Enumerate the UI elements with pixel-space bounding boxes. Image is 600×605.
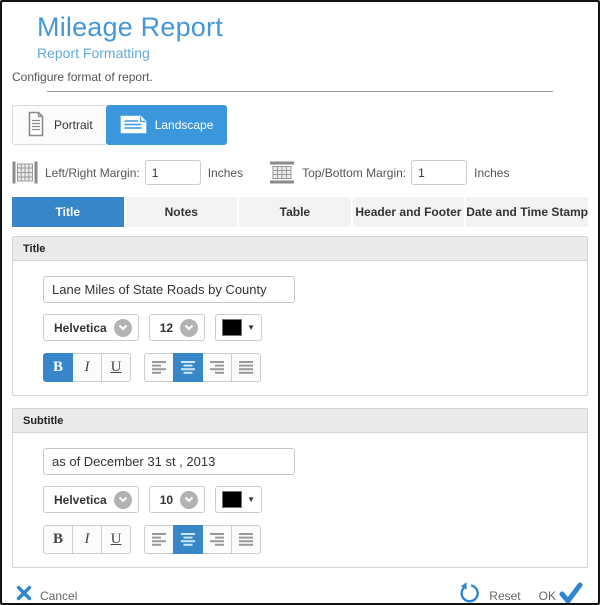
subtitle-panel: Subtitle Helvetica 10 ▼ [12,408,588,568]
align-center-icon [180,532,196,547]
caret-down-icon: ▼ [247,323,255,332]
align-left-icon [151,360,167,375]
title-font-family-dropdown[interactable]: Helvetica [43,314,139,341]
title-style-group: B I U [43,353,131,382]
portrait-document-icon [26,111,46,140]
ok-button[interactable]: OK [539,581,584,605]
left-right-margin-label: Left/Right Margin: [45,166,140,180]
subtitle-underline-button[interactable]: U [101,525,131,554]
title-bold-button[interactable]: B [43,353,73,382]
subtitle-panel-body: Helvetica 10 ▼ B [13,433,587,567]
description-text: Configure format of report. [12,70,588,84]
orientation-toggle: Portrait Landscape [12,105,588,145]
dialog-header: Mileage Report Report Formatting [37,12,588,61]
top-bottom-margin-label: Top/Bottom Margin: [302,166,406,180]
portrait-label: Portrait [54,118,93,132]
chevron-down-icon [114,319,132,337]
title-font-family-value: Helvetica [54,321,107,335]
top-bottom-margin-unit: Inches [474,166,509,180]
mileage-report-dialog: Mileage Report Report Formatting Configu… [0,0,600,605]
caret-down-icon: ▼ [247,495,255,504]
reset-label: Reset [489,589,520,603]
reset-refresh-icon [457,581,481,605]
subtitle-font-size-dropdown[interactable]: 10 [149,486,205,513]
subtitle-align-justify-button[interactable] [231,525,261,554]
title-align-right-button[interactable] [202,353,232,382]
portrait-button[interactable]: Portrait [12,105,106,145]
page-title: Mileage Report [37,12,588,43]
subtitle-text-input[interactable] [43,448,295,475]
title-text-input[interactable] [43,276,295,303]
tab-table[interactable]: Table [239,197,351,227]
tab-notes[interactable]: Notes [126,197,238,227]
title-font-color-dropdown[interactable]: ▼ [215,314,262,341]
margins-row: Left/Right Margin: Inches Top/Bottom Mar… [12,160,588,185]
title-align-left-button[interactable] [144,353,174,382]
landscape-label: Landscape [155,118,214,132]
ok-check-icon [558,581,584,605]
reset-button[interactable]: Reset [457,581,520,605]
dialog-footer: Cancel Reset OK [12,581,588,605]
tab-date-and-time-stamp[interactable]: Date and Time Stamp [466,197,588,227]
title-align-center-button[interactable] [173,353,203,382]
cancel-label: Cancel [40,589,77,603]
title-format-row: B I U [43,353,557,382]
align-center-icon [180,360,196,375]
subtitle-font-size-value: 10 [160,493,173,507]
subtitle-font-color-dropdown[interactable]: ▼ [215,486,262,513]
header-divider [47,91,553,92]
title-panel-body: Helvetica 12 ▼ B [13,261,587,395]
subtitle-bold-button[interactable]: B [43,525,73,554]
align-justify-icon [238,532,254,547]
title-panel: Title Helvetica 12 ▼ [12,236,588,396]
subtitle-align-center-button[interactable] [173,525,203,554]
title-font-size-dropdown[interactable]: 12 [149,314,205,341]
left-right-margin-unit: Inches [208,166,243,180]
cancel-button[interactable]: Cancel [16,585,77,605]
align-justify-icon [238,360,254,375]
tab-header-and-footer[interactable]: Header and Footer [353,197,465,227]
top-bottom-margin-icon [269,161,295,184]
footer-right-actions: Reset OK [457,581,584,605]
tab-title[interactable]: Title [12,197,124,227]
top-bottom-margin-input[interactable] [411,160,467,185]
subtitle-font-family-dropdown[interactable]: Helvetica [43,486,139,513]
left-right-margin-input[interactable] [145,160,201,185]
page-subtitle: Report Formatting [37,45,588,61]
subtitle-font-row: Helvetica 10 ▼ [43,486,557,513]
title-underline-button[interactable]: U [101,353,131,382]
subtitle-panel-heading: Subtitle [13,409,587,433]
subtitle-italic-button[interactable]: I [72,525,102,554]
landscape-document-icon [120,113,147,137]
subtitle-format-row: B I U [43,525,557,554]
title-font-row: Helvetica 12 ▼ [43,314,557,341]
subtitle-style-group: B I U [43,525,131,554]
subtitle-align-right-button[interactable] [202,525,232,554]
title-color-swatch [222,319,242,336]
subtitle-align-left-button[interactable] [144,525,174,554]
landscape-button[interactable]: Landscape [106,105,228,145]
title-panel-heading: Title [13,237,587,261]
subtitle-color-swatch [222,491,242,508]
title-alignment-group [144,353,261,382]
title-font-size-value: 12 [160,321,173,335]
chevron-down-icon [114,491,132,509]
title-italic-button[interactable]: I [72,353,102,382]
align-right-icon [209,532,225,547]
align-right-icon [209,360,225,375]
align-left-icon [151,532,167,547]
chevron-down-icon [180,491,198,509]
left-right-margin-icon [12,161,38,184]
chevron-down-icon [180,319,198,337]
subtitle-font-family-value: Helvetica [54,493,107,507]
title-align-justify-button[interactable] [231,353,261,382]
ok-label: OK [539,589,556,603]
cancel-x-icon [16,585,32,605]
subtitle-alignment-group [144,525,261,554]
format-tabs: Title Notes Table Header and Footer Date… [12,197,588,227]
